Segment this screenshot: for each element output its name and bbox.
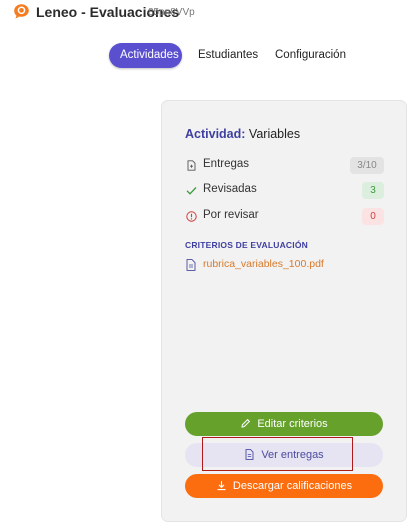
activity-name: Variables bbox=[248, 127, 301, 141]
activity-title: Actividad: Variables bbox=[185, 127, 300, 141]
view-submissions-label: Ver entregas bbox=[261, 449, 324, 461]
stat-revisadas: Revisadas 3 bbox=[186, 182, 384, 200]
tab-configuracion[interactable]: Configuración bbox=[275, 43, 346, 68]
download-icon bbox=[217, 480, 226, 490]
tab-actividades[interactable]: Actividades bbox=[109, 43, 182, 68]
stat-entregas: Entregas 3/10 bbox=[186, 157, 384, 175]
criteria-title: CRITERIOS DE EVALUACIÓN bbox=[185, 240, 308, 250]
alert-icon bbox=[186, 211, 197, 222]
chat-bubble-icon bbox=[14, 4, 29, 19]
tab-bar: Actividades Estudiantes Configuración bbox=[0, 43, 413, 69]
download-grades-label: Descargar calificaciones bbox=[232, 480, 353, 492]
stat-badge: 3 bbox=[362, 182, 384, 199]
stat-por-revisar: Por revisar 0 bbox=[186, 208, 384, 226]
file-icon bbox=[187, 160, 196, 171]
view-submissions-button[interactable]: Ver entregas bbox=[185, 443, 383, 467]
stat-label: Entregas bbox=[203, 158, 250, 170]
app-header: Leneo - Evaluaciones 85pn8VVp bbox=[0, 0, 413, 26]
stat-badge: 3/10 bbox=[350, 157, 384, 174]
activity-card: Actividad: Variables Entregas 3/10 Revis… bbox=[161, 100, 407, 522]
app-code: 85pn8VVp bbox=[148, 7, 195, 18]
check-icon bbox=[186, 187, 197, 195]
download-grades-button[interactable]: Descargar calificaciones bbox=[185, 474, 383, 498]
edit-criteria-label: Editar criterios bbox=[257, 418, 328, 430]
edit-criteria-button[interactable]: Editar criterios bbox=[185, 412, 383, 436]
criteria-file-name[interactable]: rubrica_variables_100.pdf bbox=[203, 258, 324, 270]
document-icon bbox=[186, 259, 196, 271]
activity-label: Actividad: bbox=[185, 127, 246, 141]
stat-label: Por revisar bbox=[203, 209, 259, 221]
document-icon bbox=[245, 448, 254, 460]
stat-label: Revisadas bbox=[203, 183, 257, 195]
tab-estudiantes[interactable]: Estudiantes bbox=[198, 43, 258, 68]
pencil-icon bbox=[241, 418, 251, 428]
stat-badge: 0 bbox=[362, 208, 384, 225]
